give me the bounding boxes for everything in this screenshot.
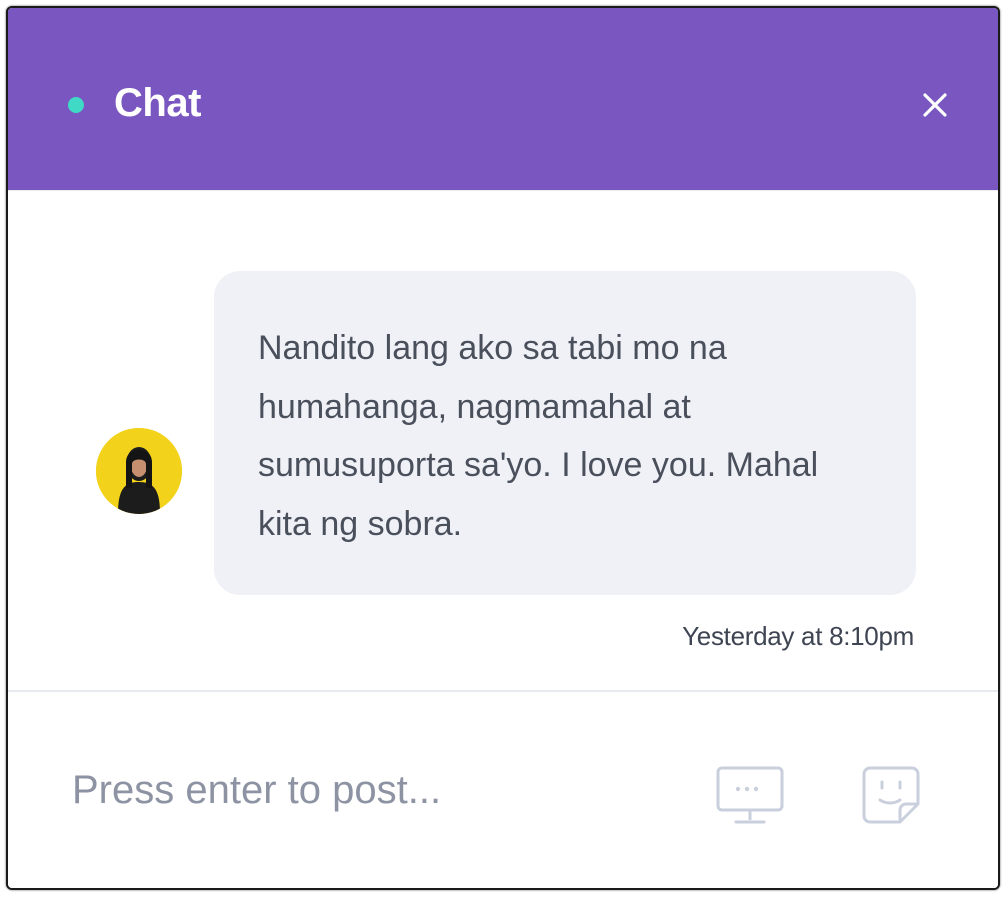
- chat-header: Chat: [8, 8, 998, 190]
- avatar-image: [96, 428, 182, 514]
- screen-share-icon: [716, 766, 784, 824]
- message-bubble: Nandito lang ako sa tabi mo na humahanga…: [214, 271, 916, 595]
- sticker-button[interactable]: [860, 764, 922, 826]
- message-composer: [8, 690, 998, 888]
- message-timestamp: Yesterday at 8:10pm: [682, 621, 914, 651]
- user-avatar[interactable]: [96, 428, 182, 514]
- chat-window: Chat Nandito lang ako sa tabi mo na huma…: [6, 6, 1000, 890]
- close-icon: [923, 93, 947, 117]
- online-dot-icon: [68, 97, 84, 113]
- sticker-icon: [862, 766, 920, 824]
- chat-title: Chat: [114, 81, 201, 125]
- screen-share-button[interactable]: [714, 764, 786, 830]
- close-button[interactable]: [918, 88, 952, 122]
- message-input[interactable]: [72, 760, 632, 820]
- message-list: Nandito lang ako sa tabi mo na humahanga…: [8, 190, 998, 691]
- message-text: Nandito lang ako sa tabi mo na humahanga…: [258, 329, 819, 543]
